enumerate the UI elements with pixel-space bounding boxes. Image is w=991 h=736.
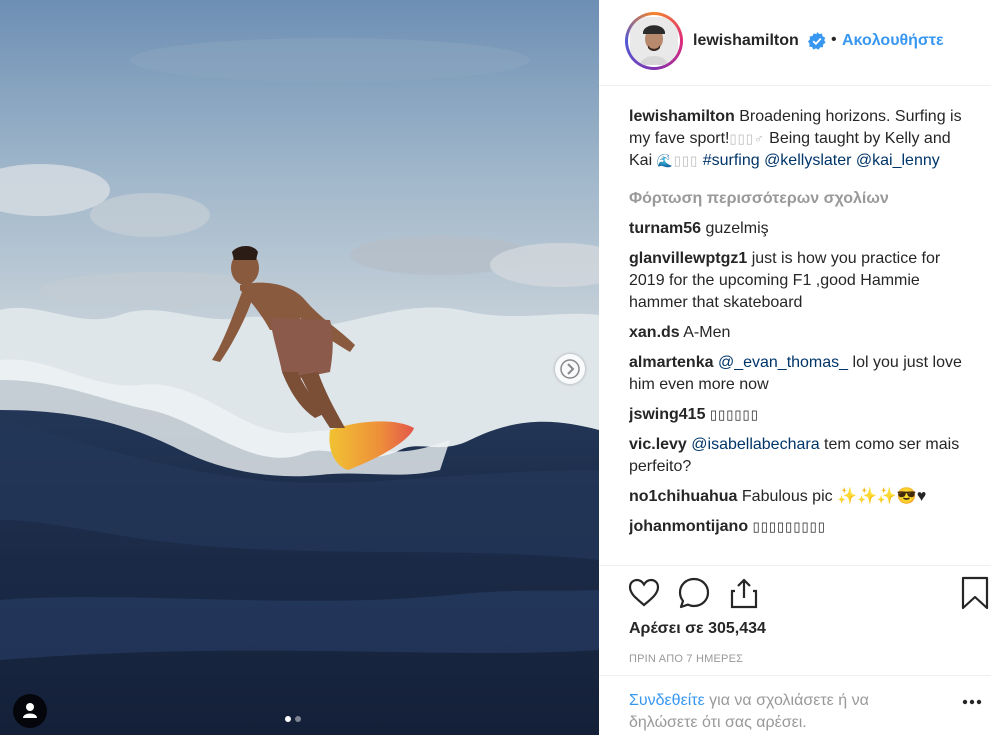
comments-list[interactable]: lewishamilton Broadening horizons. Surfi… — [629, 106, 974, 566]
surfing-photo — [0, 0, 599, 735]
comment-username[interactable]: no1chihuahua — [629, 488, 737, 505]
comment-text: guzelmiş — [705, 220, 769, 237]
comment-username[interactable]: jswing415 — [629, 406, 705, 423]
comment: glanvillewptgz1 just is how you practice… — [629, 248, 974, 314]
comment-username[interactable]: almartenka — [629, 354, 714, 371]
post-sidebar: lewishamilton • Ακολουθήστε lewishamilto… — [599, 0, 991, 735]
user-tag-button[interactable] — [13, 694, 47, 728]
comment-text: A-Men — [683, 324, 731, 341]
comment-username[interactable]: johanmontijano — [629, 518, 748, 535]
more-icon[interactable] — [962, 698, 982, 706]
comment: vic.levy @isabellabechara tem como ser m… — [629, 434, 974, 478]
comment-username[interactable]: glanvillewptgz1 — [629, 250, 747, 267]
hashtag-link[interactable]: #surfing — [703, 152, 760, 169]
comment: almartenka @_evan_thomas_ lol you just l… — [629, 352, 974, 396]
next-photo-button[interactable] — [555, 354, 585, 384]
comment: turnam56 guzelmiş — [629, 218, 974, 240]
caption-username[interactable]: lewishamilton — [629, 108, 735, 125]
post-actions — [599, 565, 991, 626]
bookmark-icon[interactable] — [961, 576, 989, 610]
comment: johanmontijano ▯▯▯▯▯▯▯▯▯ — [629, 516, 974, 538]
comment-username[interactable]: turnam56 — [629, 220, 701, 237]
comment-icon[interactable] — [677, 576, 711, 610]
user-tag-icon — [23, 703, 37, 718]
post-photo — [0, 0, 599, 735]
chevron-right-icon — [560, 359, 580, 379]
header-separator: • — [831, 31, 837, 48]
avatar[interactable] — [625, 12, 683, 70]
comment-username[interactable]: xan.ds — [629, 324, 680, 341]
comment: xan.ds A-Men — [629, 322, 974, 344]
carousel-dot-active — [285, 716, 291, 722]
likes-count[interactable]: Αρέσει σε 305,434 — [629, 620, 766, 638]
follow-button[interactable]: Ακολουθήστε — [842, 32, 944, 50]
mention-link[interactable]: @kellyslater — [764, 152, 851, 169]
load-more-comments-button[interactable]: Φόρτωση περισσότερων σχολίων — [629, 188, 974, 210]
post-header: lewishamilton • Ακολουθήστε — [599, 0, 991, 86]
comment-text: ▯▯▯▯▯▯▯▯▯ — [752, 519, 826, 534]
carousel-dot — [295, 716, 301, 722]
comment-text: Fabulous pic ✨✨✨😎♥ — [741, 488, 927, 505]
login-link[interactable]: Συνδεθείτε — [629, 692, 705, 709]
mention-link[interactable]: @_evan_thomas_ — [718, 354, 848, 371]
post-timestamp[interactable]: ΠΡΙΝ ΑΠΟ 7 ΗΜΕΡΕΣ — [629, 653, 743, 665]
mention-link[interactable]: @isabellabechara — [691, 436, 819, 453]
share-icon[interactable] — [727, 576, 761, 610]
post-author-username[interactable]: lewishamilton — [693, 32, 799, 50]
verified-badge-icon — [808, 32, 826, 50]
heart-icon[interactable] — [627, 576, 661, 610]
comment: jswing415 ▯▯▯▯▯▯ — [629, 404, 974, 426]
login-prompt-text: Συνδεθείτε για να σχολιάσετε ή να δηλώσε… — [629, 690, 929, 734]
caption-emoji-2: 🌊▯▯▯ — [656, 153, 699, 168]
avatar-image — [628, 15, 680, 67]
profile-photo — [630, 17, 678, 65]
comment-username[interactable]: vic.levy — [629, 436, 687, 453]
carousel-indicator — [285, 716, 301, 722]
login-prompt: Συνδεθείτε για να σχολιάσετε ή να δηλώσε… — [599, 675, 991, 736]
caption-emoji-1: ▯▯▯♂ — [729, 131, 765, 146]
comment: no1chihuahua Fabulous pic ✨✨✨😎♥ — [629, 486, 974, 508]
mention-link[interactable]: @kai_lenny — [856, 152, 940, 169]
caption: lewishamilton Broadening horizons. Surfi… — [629, 106, 974, 172]
comment-text: ▯▯▯▯▯▯ — [709, 407, 759, 422]
